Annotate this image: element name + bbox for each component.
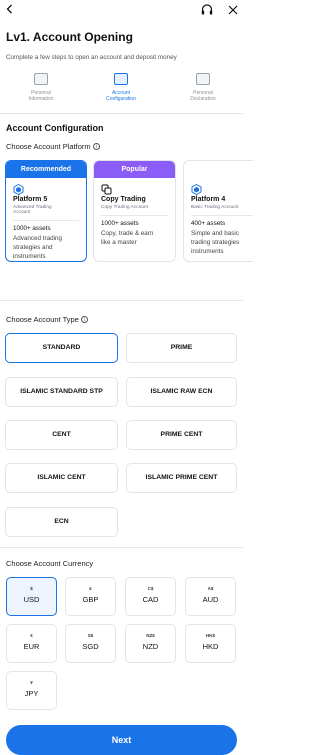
recommended-badge: Recommended <box>6 161 86 178</box>
headset-support-icon[interactable] <box>200 3 214 17</box>
divider <box>0 300 243 301</box>
platform-feature: trading strategies <box>191 239 240 246</box>
account-type-ecn[interactable]: ECN <box>5 507 118 537</box>
platform-desc: Basic Trading Account <box>191 205 239 210</box>
account-config-icon <box>114 73 128 85</box>
currency-code: USD <box>23 595 40 604</box>
platform-name: Copy Trading <box>101 196 146 203</box>
currency-hkd[interactable]: HK$ HKD <box>185 624 236 663</box>
next-button[interactable]: Next <box>6 725 237 755</box>
info-icon[interactable]: i <box>92 143 100 150</box>
platform-icon <box>191 182 202 196</box>
platform-assets: 400+ assets <box>191 220 226 227</box>
currency-symbol: $ <box>30 586 33 591</box>
back-arrow-icon[interactable] <box>4 3 18 17</box>
currency-symbol: € <box>30 633 33 638</box>
platform-name: Platform 5 <box>13 196 48 203</box>
currency-eur[interactable]: € EUR <box>6 624 57 663</box>
account-type-prime[interactable]: PRIME <box>126 333 237 363</box>
currency-usd[interactable]: $ USD <box>6 577 57 616</box>
type-label-text: Choose Account Type <box>6 315 79 324</box>
account-type-islamic-standard-stp[interactable]: ISLAMIC STANDARD STP <box>5 377 118 407</box>
divider <box>0 547 243 548</box>
currency-gbp[interactable]: £ GBP <box>65 577 116 616</box>
step-personal-information[interactable]: Personal Information <box>6 70 76 102</box>
platform-assets: 1000+ assets <box>101 220 139 227</box>
currency-code: HKD <box>202 642 219 651</box>
currency-symbol: A$ <box>207 586 214 591</box>
currency-code: EUR <box>23 642 40 651</box>
currency-cad[interactable]: C$ CAD <box>125 577 176 616</box>
platform-card-platform-5[interactable]: Recommended Platform 5 Advanced Trading … <box>5 160 87 262</box>
platform-icon <box>13 182 24 196</box>
currency-symbol: S$ <box>87 633 94 638</box>
account-type-islamic-cent[interactable]: ISLAMIC CENT <box>5 463 118 493</box>
platform-card-copy-trading[interactable]: Popular Copy Trading Copy Trading Accoun… <box>93 160 176 262</box>
close-icon[interactable] <box>227 3 239 15</box>
progress-steps: Personal Information Account Configurati… <box>0 70 243 110</box>
platform-feature: Simple and basic <box>191 230 239 237</box>
platform-feature: Advanced trading <box>13 235 63 242</box>
currency-symbol: C$ <box>147 586 154 591</box>
currency-code: NZD <box>142 642 159 651</box>
platform-desc: Copy Trading Account <box>101 205 148 210</box>
account-type-standard[interactable]: STANDARD <box>5 333 118 363</box>
platform-label-text: Choose Account Platform <box>6 142 91 151</box>
platform-name: Platform 4 <box>191 196 226 203</box>
step-label: Declaration <box>190 96 216 102</box>
currency-code: CAD <box>142 595 159 604</box>
type-label: Choose Account Type i <box>6 315 88 324</box>
copy-trading-icon <box>101 182 112 195</box>
platform-label: Choose Account Platform i <box>6 142 100 151</box>
currency-code: AUD <box>202 595 219 604</box>
platform-assets: 1000+ assets <box>13 225 51 232</box>
currency-symbol: £ <box>89 586 92 591</box>
step-personal-declaration[interactable]: Personal Declaration <box>168 70 238 102</box>
account-type-islamic-raw-ecn[interactable]: ISLAMIC RAW ECN <box>126 377 237 407</box>
section-title: Account Configuration <box>6 123 104 133</box>
page-subtitle: Complete a few steps to open an account … <box>6 54 177 61</box>
currency-code: GBP <box>82 595 99 604</box>
account-type-islamic-prime-cent[interactable]: ISLAMIC PRIME CENT <box>126 463 237 493</box>
platform-feature: strategies and <box>13 244 53 251</box>
top-bar <box>0 0 243 22</box>
document-icon <box>34 73 48 85</box>
currency-aud[interactable]: A$ AUD <box>185 577 236 616</box>
currency-nzd[interactable]: NZ$ NZD <box>125 624 176 663</box>
currency-label: Choose Account Currency <box>6 559 94 568</box>
platform-feature: instruments <box>191 248 224 255</box>
account-type-prime-cent[interactable]: PRIME CENT <box>126 420 237 450</box>
divider <box>0 113 243 114</box>
account-type-cent[interactable]: CENT <box>5 420 118 450</box>
divider <box>101 215 168 216</box>
divider <box>13 220 79 221</box>
platform-feature: instruments <box>13 253 46 260</box>
currency-sgd[interactable]: S$ SGD <box>65 624 116 663</box>
step-label: Information <box>28 96 54 102</box>
checkbox-icon <box>196 73 210 85</box>
popular-badge: Popular <box>94 161 175 178</box>
footer: Next <box>0 723 243 755</box>
currency-jpy[interactable]: ¥ JPY <box>6 671 57 710</box>
platform-card-platform-4[interactable]: Platform 4 Basic Trading Account 400+ as… <box>183 160 253 262</box>
currency-code: SGD <box>82 642 99 651</box>
currency-symbol: HK$ <box>205 633 215 638</box>
step-label: Configuration <box>106 96 136 102</box>
currency-code: JPY <box>24 689 39 698</box>
info-icon[interactable]: i <box>80 316 88 323</box>
currency-symbol: ¥ <box>30 680 33 685</box>
platform-feature: like a master <box>101 239 137 246</box>
platform-feature: Copy, trade & earn <box>101 230 154 237</box>
step-account-configuration[interactable]: Account Configuration <box>86 70 156 102</box>
platform-desc: Account <box>13 210 31 215</box>
currency-symbol: NZ$ <box>146 633 155 638</box>
page-title: Lv1. Account Opening <box>6 30 133 44</box>
divider <box>191 215 253 216</box>
